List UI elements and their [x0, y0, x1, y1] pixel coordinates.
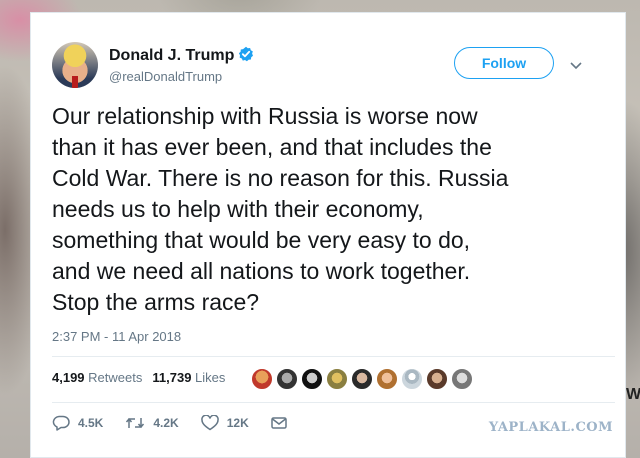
liker-avatar[interactable] — [376, 368, 398, 390]
direct-message-button[interactable] — [270, 416, 295, 430]
tweet-card: Donald J. Trump @realDonaldTrump Follow … — [30, 12, 626, 458]
likers-avatars — [251, 368, 476, 390]
retweets-count[interactable]: 4,199 — [52, 370, 85, 385]
like-count: 12K — [226, 416, 249, 430]
engagement-stats: 4,199 Retweets 11,739 Likes — [52, 370, 225, 385]
likes-count[interactable]: 11,739 — [152, 370, 191, 385]
like-icon — [200, 415, 219, 431]
verified-badge-icon — [238, 46, 254, 67]
retweet-button[interactable]: 4.2K — [125, 416, 179, 430]
reply-count: 4.5K — [78, 416, 104, 430]
author-name[interactable]: Donald J. Trump — [109, 46, 254, 67]
like-button[interactable]: 12K — [200, 415, 249, 431]
likes-label[interactable]: Likes — [195, 370, 225, 385]
reply-button[interactable]: 4.5K — [52, 415, 103, 431]
liker-avatar[interactable] — [351, 368, 373, 390]
background-edge-letter: W — [626, 386, 640, 403]
author-name-text: Donald J. Trump — [109, 47, 235, 64]
retweet-icon — [126, 417, 145, 429]
liker-avatar[interactable] — [451, 368, 473, 390]
retweets-label[interactable]: Retweets — [88, 370, 142, 385]
tweet-text: Our relationship with Russia is worse no… — [52, 103, 509, 315]
chevron-down-icon[interactable] — [570, 57, 582, 75]
liker-avatar[interactable] — [251, 368, 273, 390]
message-icon — [270, 417, 287, 429]
liker-avatar[interactable] — [401, 368, 423, 390]
tweet-timestamp[interactable]: 2:37 PM - 11 Apr 2018 — [52, 329, 181, 344]
liker-avatar[interactable] — [301, 368, 323, 390]
retweet-count: 4.2K — [153, 416, 179, 430]
liker-avatar[interactable] — [326, 368, 348, 390]
liker-avatar[interactable] — [276, 368, 298, 390]
reply-icon — [52, 415, 70, 431]
liker-avatar[interactable] — [426, 368, 448, 390]
divider — [52, 356, 615, 357]
tweet-actions: 4.5K 4.2K 12K — [52, 415, 317, 431]
follow-button[interactable]: Follow — [454, 47, 554, 79]
avatar[interactable] — [52, 42, 98, 88]
site-watermark: YAPLAKAL.COM — [488, 420, 613, 435]
divider — [52, 402, 615, 403]
author-handle[interactable]: @realDonaldTrump — [109, 69, 222, 84]
